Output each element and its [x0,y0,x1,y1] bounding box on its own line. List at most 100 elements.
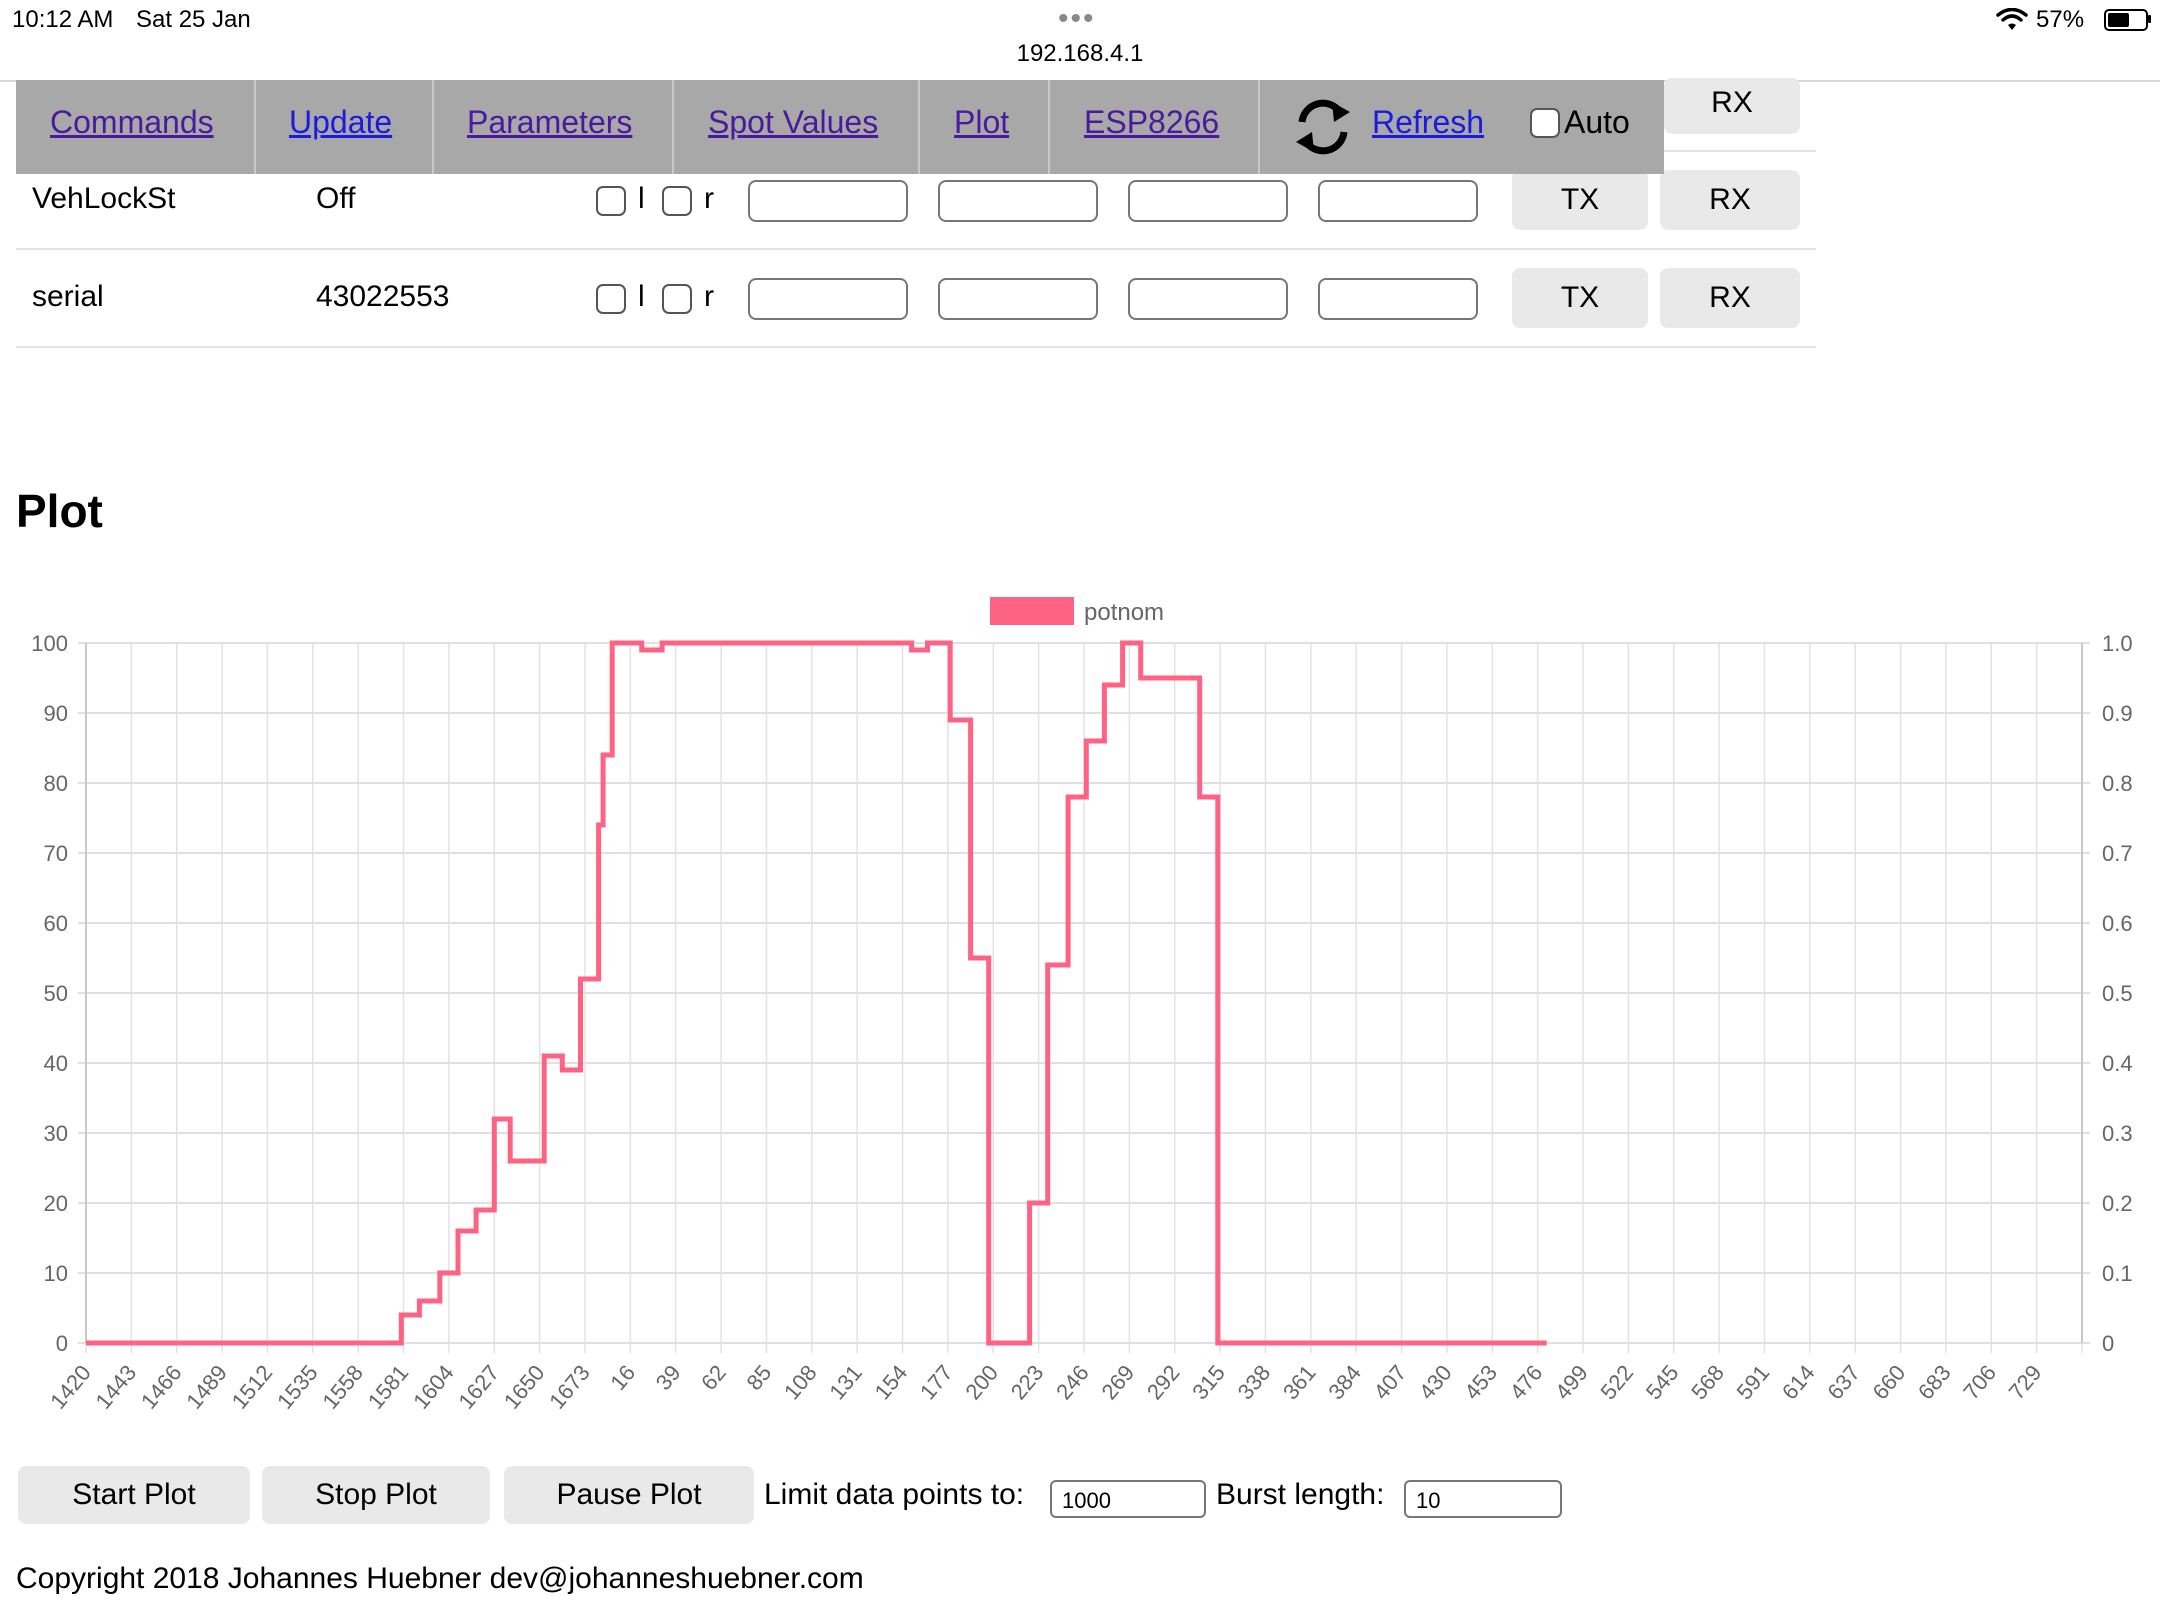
x-tick-label: 1466 [136,1360,187,1414]
more-dots-icon[interactable]: ••• [1058,2,1096,36]
address-url[interactable]: 192.168.4.1 [0,40,2160,68]
value-input-1[interactable] [748,278,908,320]
checkbox-l-label: l [638,182,645,215]
rx-button[interactable]: RX [1660,170,1800,230]
nav-link-update[interactable]: Update [289,104,392,141]
x-tick-label: 591 [1732,1360,1775,1404]
nav-link-plot[interactable]: Plot [954,104,1009,141]
nav-item-plot[interactable]: Plot [920,80,1050,174]
nav-link-parameters[interactable]: Parameters [467,104,632,141]
checkbox-r-label: r [704,182,714,215]
checkbox-l[interactable] [596,284,626,314]
value-input-3[interactable] [1128,278,1288,320]
tx-button[interactable]: TX [1512,268,1648,328]
wifi-icon [1996,8,2028,30]
limit-points-input[interactable]: 1000 [1050,1480,1206,1518]
value-input-4[interactable] [1318,180,1478,222]
auto-label: Auto [1564,104,1630,140]
nav-link-spot-values[interactable]: Spot Values [708,104,878,141]
x-tick-label: 1650 [499,1360,550,1414]
x-tick-label: 1420 [45,1360,96,1414]
x-tick-label: 476 [1505,1360,1548,1404]
x-tick-label: 1535 [272,1360,323,1414]
x-tick-label: 154 [870,1360,913,1404]
x-tick-label: 246 [1051,1360,1094,1404]
nav-item-spot-values[interactable]: Spot Values [674,80,920,174]
x-tick-label: 660 [1868,1360,1911,1404]
x-tick-label: 200 [960,1360,1003,1404]
y-tick-label: 30 [44,1121,68,1146]
x-tick-label: 1443 [91,1360,142,1414]
tx-button[interactable]: TX [1512,170,1648,230]
refresh-icon[interactable] [1292,98,1354,156]
value-input-4[interactable] [1318,278,1478,320]
burst-length-input[interactable]: 10 [1404,1480,1562,1518]
nav-bar: Commands Update Parameters Spot Values P… [16,80,1664,174]
x-tick-label: 568 [1686,1360,1729,1404]
nav-link-esp8266[interactable]: ESP8266 [1084,104,1219,141]
y-tick-label: 10 [44,1261,68,1286]
value-input-3[interactable] [1128,180,1288,222]
x-tick-label: 361 [1278,1360,1321,1404]
x-tick-label: 1489 [181,1360,232,1414]
x-tick-label: 407 [1369,1360,1412,1404]
pause-plot-button[interactable]: Pause Plot [504,1466,754,1524]
rx-button-partial[interactable]: RX [1664,78,1800,134]
y2-tick-label: 0.1 [2102,1261,2133,1286]
potnom-chart: 0102030405060708090100 00.10.20.30.40.50… [31,597,2133,1414]
checkbox-r-label: r [704,280,714,313]
y2-axis-labels: 0 0.1 0.2 0.3 0.4 0.5 0.6 0.7 0.8 0.9 1.0 [2102,631,2133,1356]
x-tick-label: 614 [1777,1360,1820,1404]
checkbox-l[interactable] [596,186,626,216]
x-tick-label: 131 [824,1360,867,1404]
value-input-1[interactable] [748,180,908,222]
battery-icon [2104,9,2148,31]
x-tick-label: 292 [1142,1360,1185,1404]
value-input-2[interactable] [938,180,1098,222]
y2-tick-label: 0.8 [2102,771,2133,796]
x-tick-label: 706 [1958,1360,2001,1404]
x-tick-label: 269 [1096,1360,1139,1404]
status-bar: 10:12 AM Sat 25 Jan ••• 192.168.4.1 57% [0,0,2160,82]
limit-points-label: Limit data points to: [764,1478,1025,1511]
x-tick-label: 453 [1459,1360,1502,1404]
x-tick-label: 384 [1323,1360,1366,1404]
x-tick-label: 637 [1822,1360,1865,1404]
x-tick-label: 1512 [227,1360,278,1414]
rx-button[interactable]: RX [1660,268,1800,328]
x-tick-label: 545 [1641,1360,1684,1404]
x-tick-label: 499 [1550,1360,1593,1404]
x-tick-label: 1627 [453,1360,504,1414]
y2-tick-label: 0.2 [2102,1191,2133,1216]
checkbox-r[interactable] [662,284,692,314]
battery-tip [2148,15,2151,23]
nav-item-commands[interactable]: Commands [16,80,256,174]
y-tick-label: 70 [44,841,68,866]
x-tick-label: 1604 [408,1360,459,1414]
param-value: 43022553 [316,280,450,313]
x-tick-label: 729 [2004,1360,2047,1404]
nav-link-commands[interactable]: Commands [50,104,214,141]
x-tick-label: 85 [741,1360,776,1395]
y-tick-label: 60 [44,911,68,936]
nav-item-esp8266[interactable]: ESP8266 [1050,80,1260,174]
auto-checkbox[interactable] [1530,108,1560,138]
refresh-link[interactable]: Refresh [1372,104,1484,141]
stop-plot-button[interactable]: Stop Plot [262,1466,490,1524]
nav-item-update[interactable]: Update [256,80,434,174]
y2-tick-label: 0.7 [2102,841,2133,866]
y-tick-label: 50 [44,981,68,1006]
checkbox-r[interactable] [662,186,692,216]
x-tick-label: 338 [1233,1360,1276,1404]
x-tick-label: 430 [1414,1360,1457,1404]
param-name: VehLockSt [32,182,176,215]
x-tick-label: 62 [696,1360,731,1395]
y2-tick-label: 0.9 [2102,701,2133,726]
table-row: serial 43022553 l r TX RX [16,250,1816,348]
start-plot-button[interactable]: Start Plot [18,1466,250,1524]
value-input-2[interactable] [938,278,1098,320]
y-tick-label: 90 [44,701,68,726]
x-tick-label: 177 [915,1360,958,1404]
param-name: serial [32,280,104,313]
nav-item-parameters[interactable]: Parameters [434,80,674,174]
